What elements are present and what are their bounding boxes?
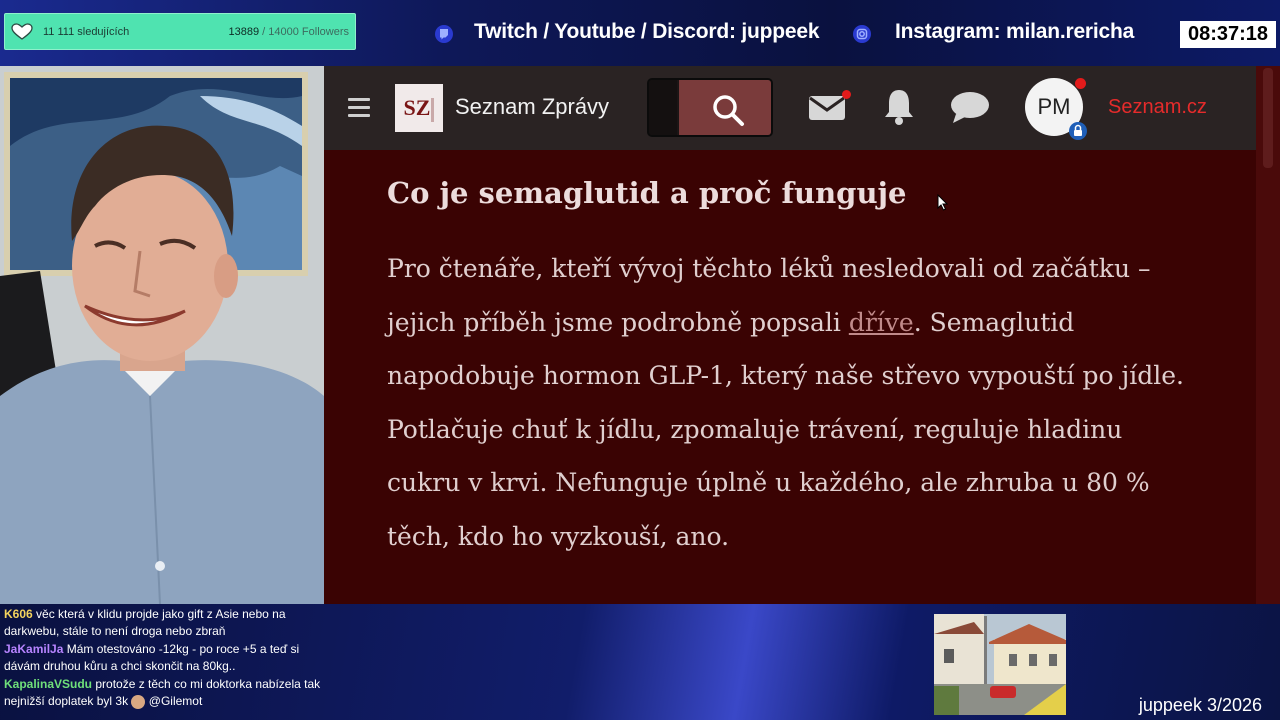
chat-panel: K606 věc která v klidu projde jako gift … xyxy=(4,606,326,711)
chat-message: JaKamilJa Mám otestováno -12kg - po roce… xyxy=(4,641,326,675)
article-paragraph: Pro čtenáře, kteří vývoj těchto léků nes… xyxy=(387,242,1199,564)
page-scrollbar[interactable] xyxy=(1256,66,1280,604)
bell-icon[interactable] xyxy=(884,88,914,126)
search-button[interactable] xyxy=(679,80,771,135)
search-box[interactable] xyxy=(647,78,773,137)
followers-count: 13889 / 14000 Followers xyxy=(229,26,349,38)
paragraph-text-after: . Semaglutid napodobuje hormon GLP-1, kt… xyxy=(387,307,1184,551)
site-logo[interactable]: SZ xyxy=(395,84,443,132)
lock-icon xyxy=(1074,124,1082,136)
webcam-image xyxy=(0,66,324,604)
followers-goal: / 14000 Followers xyxy=(262,26,349,38)
chat-message: KapalinaVSudu protože z těch co mi dokto… xyxy=(4,676,326,710)
menu-icon[interactable] xyxy=(348,98,370,117)
webcam-feed xyxy=(0,66,324,604)
emote-icon xyxy=(131,694,146,709)
lock-badge xyxy=(1069,122,1087,140)
article-heading: Co je semaglutid a proč funguje xyxy=(387,176,907,210)
site-logo-text: SZ xyxy=(403,95,431,120)
stream-bottom-bar: K606 věc která v klidu projde jako gift … xyxy=(0,604,1280,720)
browser-panel: SZ Seznam Zprávy PM Seznam.cz Co je sema… xyxy=(324,66,1280,604)
social-instagram-text: Instagram: milan.rericha xyxy=(895,20,1135,43)
chat-mention: @Gilemot xyxy=(145,694,203,708)
search-icon xyxy=(713,95,744,126)
chat-text: věc která v klidu projde jako gift z Asi… xyxy=(4,607,286,638)
site-header: SZ Seznam Zprávy PM Seznam.cz xyxy=(324,66,1256,150)
twitch-icon xyxy=(435,25,453,43)
street-camera-feed xyxy=(934,614,1066,715)
followers-current: 13889 xyxy=(228,26,260,38)
instagram-icon xyxy=(853,25,871,43)
follower-goal-widget: 11 111 sledujících 13889 / 14000 Followe… xyxy=(4,13,356,50)
stream-clock: 08:37:18 xyxy=(1180,21,1276,48)
followers-label: 11 111 sledujících xyxy=(43,26,130,38)
scrollbar-thumb[interactable] xyxy=(1263,68,1273,168)
footer-credit: juppeek 3/2026 xyxy=(1138,695,1262,715)
avatar-notification-dot xyxy=(1075,78,1086,89)
seznam-link[interactable]: Seznam.cz xyxy=(1108,96,1207,119)
mail-icon[interactable] xyxy=(808,94,846,122)
mail-notification-dot xyxy=(842,90,851,99)
heart-hand-icon xyxy=(11,23,33,40)
site-brand-name[interactable]: Seznam Zprávy xyxy=(455,94,609,120)
street-camera-image xyxy=(934,614,1066,715)
social-twitch-text: Twitch / Youtube / Discord: juppeek xyxy=(474,20,820,43)
chat-username: K606 xyxy=(4,607,33,621)
chat-username: JaKamilJa xyxy=(4,642,64,656)
chat-message: K606 věc která v klidu projde jako gift … xyxy=(4,606,326,640)
chat-icon[interactable] xyxy=(950,90,990,124)
search-input[interactable] xyxy=(649,80,677,135)
article-link[interactable]: dříve xyxy=(849,308,914,337)
mouse-cursor-icon xyxy=(937,194,949,211)
stream-top-bar: 11 111 sledujících 13889 / 14000 Followe… xyxy=(0,0,1280,66)
chat-username: KapalinaVSudu xyxy=(4,677,93,691)
